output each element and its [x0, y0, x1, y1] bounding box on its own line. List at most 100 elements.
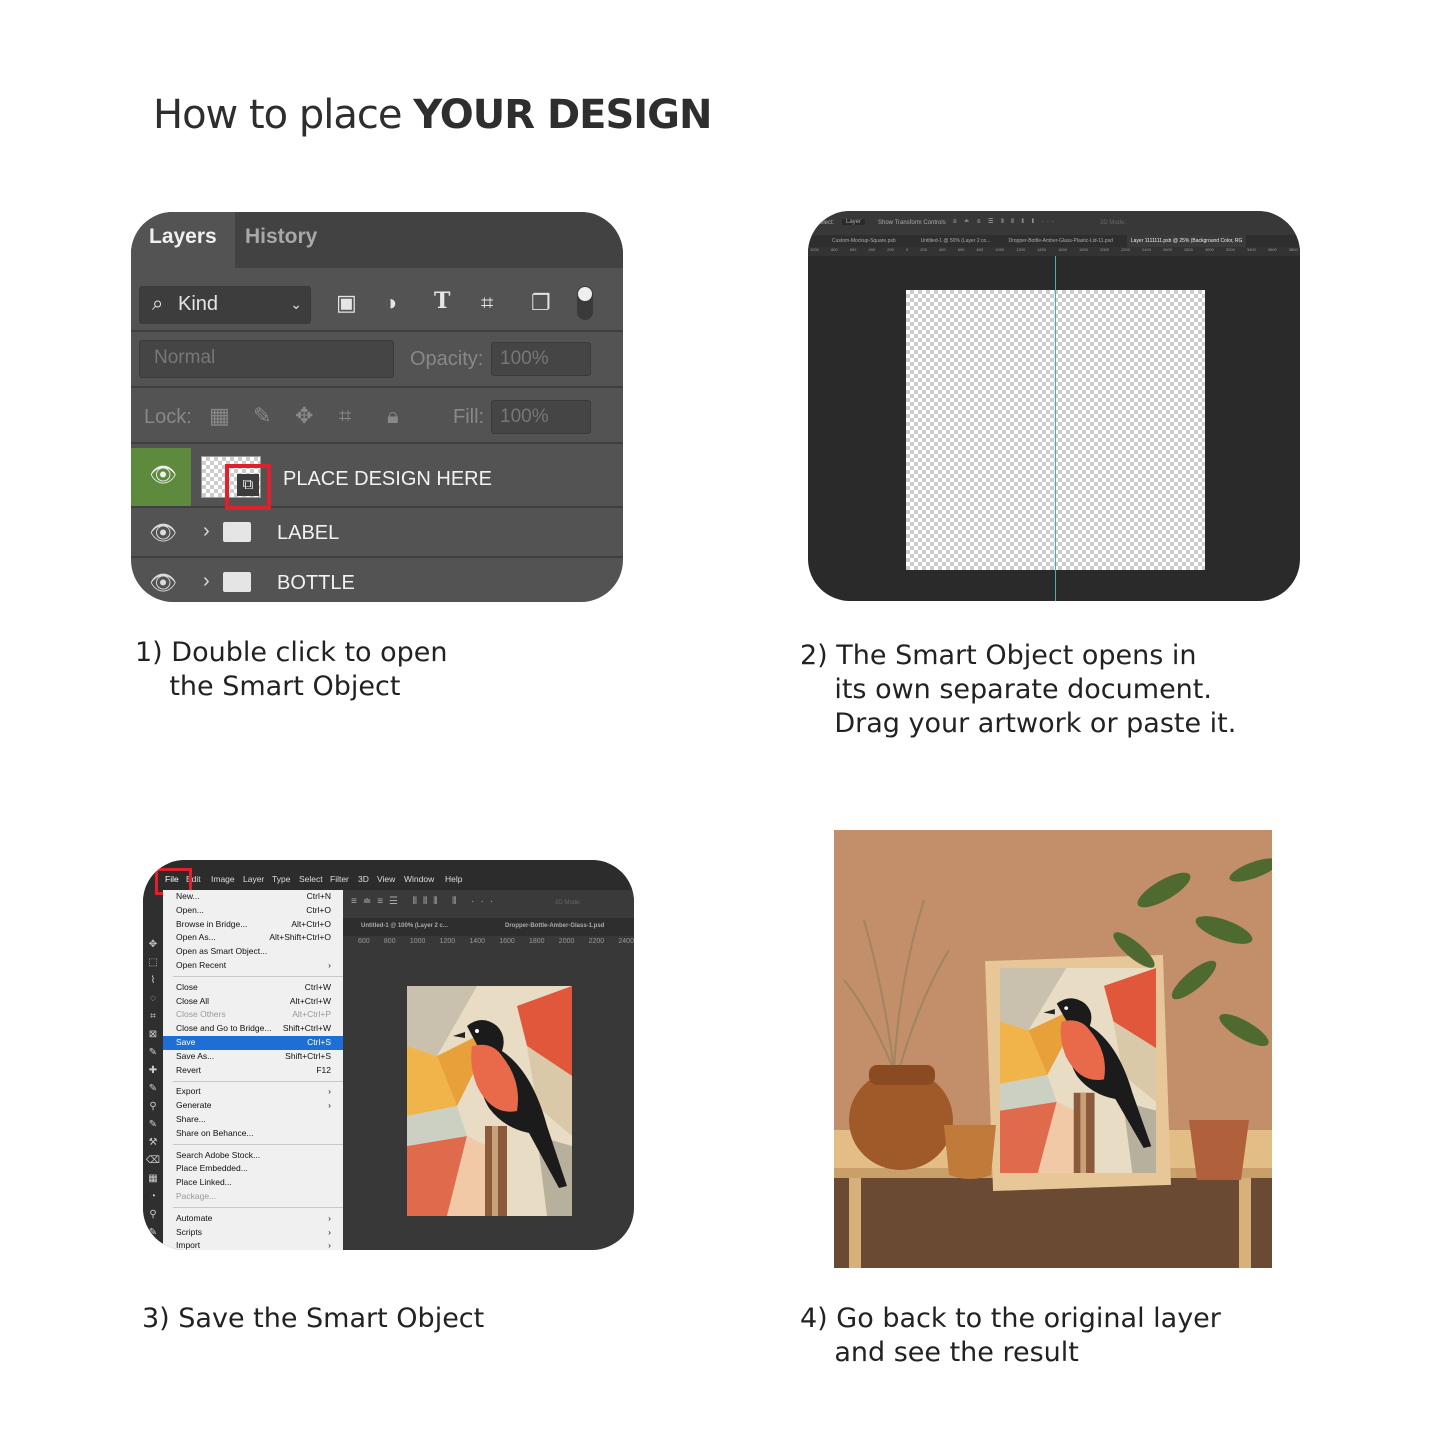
ruler-tick: 1000 [409, 938, 426, 945]
mockup-result-image [834, 830, 1272, 1268]
tab-layers[interactable]: Layers [131, 212, 235, 268]
menu-item-place-linked[interactable]: Place Linked... [163, 1176, 343, 1190]
menu-layer[interactable]: Layer [243, 874, 264, 884]
title-bold: YOUR DESIGN [413, 92, 712, 138]
lock-move-icon[interactable]: ✥ [295, 403, 313, 429]
opacity-input[interactable]: 100% [491, 342, 591, 376]
layer-row-place-design[interactable]: 👁︎ ⧉ PLACE DESIGN HERE [131, 448, 623, 510]
blend-mode-select[interactable]: Normal [139, 340, 394, 378]
doc-tab[interactable]: Dropper-Bottle-Amber-Glass-Plastic-Lid-1… [1008, 238, 1112, 247]
chevron-right-icon[interactable]: › [203, 520, 210, 543]
adjustment-filter-icon[interactable]: ◑ [384, 290, 397, 316]
ruler-tick: 1600 [499, 938, 515, 945]
menu-item-export[interactable]: Export › [163, 1085, 343, 1099]
align-icons[interactable]: ≡ ≐ ≡ ☰ ⫴ ⫴ ⫴ ⫴ ··· [953, 218, 1057, 226]
menu-item-shortcut: › [328, 1226, 331, 1237]
menu-item-label: Close Others [176, 1009, 226, 1020]
layer-row-label[interactable]: 👁︎ › LABEL [131, 508, 623, 558]
eye-icon[interactable]: 👁︎ [149, 570, 177, 596]
menu-item-open-recent[interactable]: Open Recent › [163, 959, 343, 973]
kind-filter[interactable]: ⌕ Kind ⌄ [139, 286, 311, 324]
menu-item-close-and-go-to-bridge[interactable]: Close and Go to Bridge... Shift+Ctrl+W [163, 1022, 343, 1036]
visibility-toggle[interactable]: 👁︎ [131, 448, 191, 506]
menu-item-open-as[interactable]: Open As... Alt+Shift+Ctrl+O [163, 931, 343, 945]
layer-name: LABEL [277, 522, 340, 544]
menu-item-open-as-smart-object[interactable]: Open as Smart Object... [163, 945, 343, 959]
eye-icon[interactable]: 👁︎ [149, 520, 177, 546]
menu-item-shortcut: › [328, 1100, 331, 1111]
tab-history[interactable]: History [227, 212, 335, 268]
lock-all-icon[interactable]: 🔒︎ [387, 403, 399, 429]
menu-item-shortcut: Ctrl+N [306, 891, 331, 901]
filter-row: ⌕ Kind ⌄ ▣ ◑ T ⌗ ❐ [131, 274, 623, 332]
page-title: How to place YOUR DESIGN [153, 92, 712, 138]
menu-item-save[interactable]: Save Ctrl+S [163, 1035, 343, 1050]
blend-row: Normal Opacity: 100% [131, 332, 623, 388]
menu-select[interactable]: Select [299, 874, 323, 884]
menu-item-new[interactable]: New... Ctrl+N [163, 890, 343, 904]
menu-item-place-embedded[interactable]: Place Embedded... [163, 1162, 343, 1176]
menu-item-label: Browse in Bridge... [176, 918, 248, 929]
menu-item-browse-in-bridge[interactable]: Browse in Bridge... Alt+Ctrl+O [163, 918, 343, 932]
menu-item-scripts[interactable]: Scripts › [163, 1226, 343, 1240]
ruler-tick: 400 [868, 247, 876, 252]
step2-caption: 2) The Smart Object opens in its own sep… [800, 640, 1237, 739]
doc-tab[interactable]: Dropper-Bottle-Amber-Glass-1.psd [505, 923, 604, 929]
menu-type[interactable]: Type [272, 874, 290, 884]
lock-artboard-icon[interactable]: ⌗ [339, 403, 351, 429]
menu-item-shortcut: Shift+Ctrl+S [285, 1050, 331, 1061]
doc-tab[interactable]: Custom-Mockup-Square.psb [832, 238, 896, 247]
menu-item-search-adobe-stock[interactable]: Search Adobe Stock... [163, 1149, 343, 1163]
smart-object-filter-icon[interactable]: ❐ [531, 290, 551, 316]
type-filter-icon[interactable]: T [434, 288, 450, 314]
menu-item-label: Close [176, 981, 198, 992]
ruler-tick: 3200 [1225, 247, 1235, 252]
menu-item-label: Open Recent [176, 959, 227, 970]
ruler-tick: 1400 [469, 938, 485, 945]
doc-tab-active[interactable]: Layer 1111111.psb @ 25% (Background Colo… [1126, 235, 1247, 247]
menu-help[interactable]: Help [445, 874, 462, 884]
chevron-right-icon[interactable]: › [203, 570, 210, 593]
guide-line[interactable] [1055, 256, 1056, 601]
ruler: 1000 800 600 400 200 0 200 400 600 800 1000 1200 140… [808, 247, 1300, 256]
menu-window[interactable]: Window [404, 874, 434, 884]
shape-filter-icon[interactable]: ⌗ [481, 290, 493, 316]
menu-item-import[interactable]: Import › [163, 1239, 343, 1250]
result-scene [834, 830, 1272, 1268]
menu-item-label: Share... [176, 1113, 206, 1124]
menu-item-label: Open As... [176, 932, 216, 943]
lock-label: Lock: [144, 406, 192, 428]
menu-filter[interactable]: Filter [330, 874, 349, 884]
menu-item-shortcut: F12 [316, 1064, 331, 1075]
menu-item-open[interactable]: Open... Ctrl+O [163, 904, 343, 918]
menu-item-revert[interactable]: Revert F12 [163, 1064, 343, 1078]
doc-tab[interactable]: Untitled-1 @ 50% (Layer 2 co... [921, 238, 991, 247]
fill-input[interactable]: 100% [491, 400, 591, 434]
ruler-tick: 3800 [1288, 247, 1298, 252]
lock-transparent-icon[interactable]: ▦ [209, 403, 230, 429]
menu-item-close-all[interactable]: Close All Alt+Ctrl+W [163, 995, 343, 1009]
menu-item-shortcut: Shift+Ctrl+W [282, 1023, 331, 1034]
lock-brush-icon[interactable]: ✎ [253, 403, 271, 429]
menu-item-generate[interactable]: Generate › [163, 1099, 343, 1113]
show-transform-checkbox[interactable]: Show Transform Controls [878, 220, 946, 226]
menu-view[interactable]: View [377, 874, 395, 884]
layer-select[interactable]: Layer [842, 219, 866, 225]
ruler-tick: 2800 [1183, 247, 1193, 252]
folder-icon [223, 522, 251, 542]
doc-tab[interactable]: Untitled-1 @ 100% (Layer 2 c... [361, 923, 448, 929]
menu-item-automate[interactable]: Automate › [163, 1212, 343, 1226]
menu-item-label: Automate [176, 1212, 213, 1223]
menu-3d[interactable]: 3D [358, 874, 369, 884]
ruler-tick: 1800 [1079, 247, 1089, 252]
step1-caption: 1) Double click to open the Smart Object [135, 637, 448, 702]
layer-row-bottle[interactable]: 👁︎ › BOTTLE [131, 558, 623, 602]
menu-item-close[interactable]: Close Ctrl+W [163, 981, 343, 995]
menu-item-share-on-behance[interactable]: Share on Behance... [163, 1127, 343, 1141]
image-filter-icon[interactable]: ▣ [336, 290, 357, 316]
menu-item-share[interactable]: Share... [163, 1113, 343, 1127]
menu-item-save-as[interactable]: Save As... Shift+Ctrl+S [163, 1050, 343, 1064]
3d-mode-label: 3D Mode: [1100, 220, 1127, 226]
menu-image[interactable]: Image [211, 874, 235, 884]
filter-toggle[interactable] [577, 286, 593, 320]
